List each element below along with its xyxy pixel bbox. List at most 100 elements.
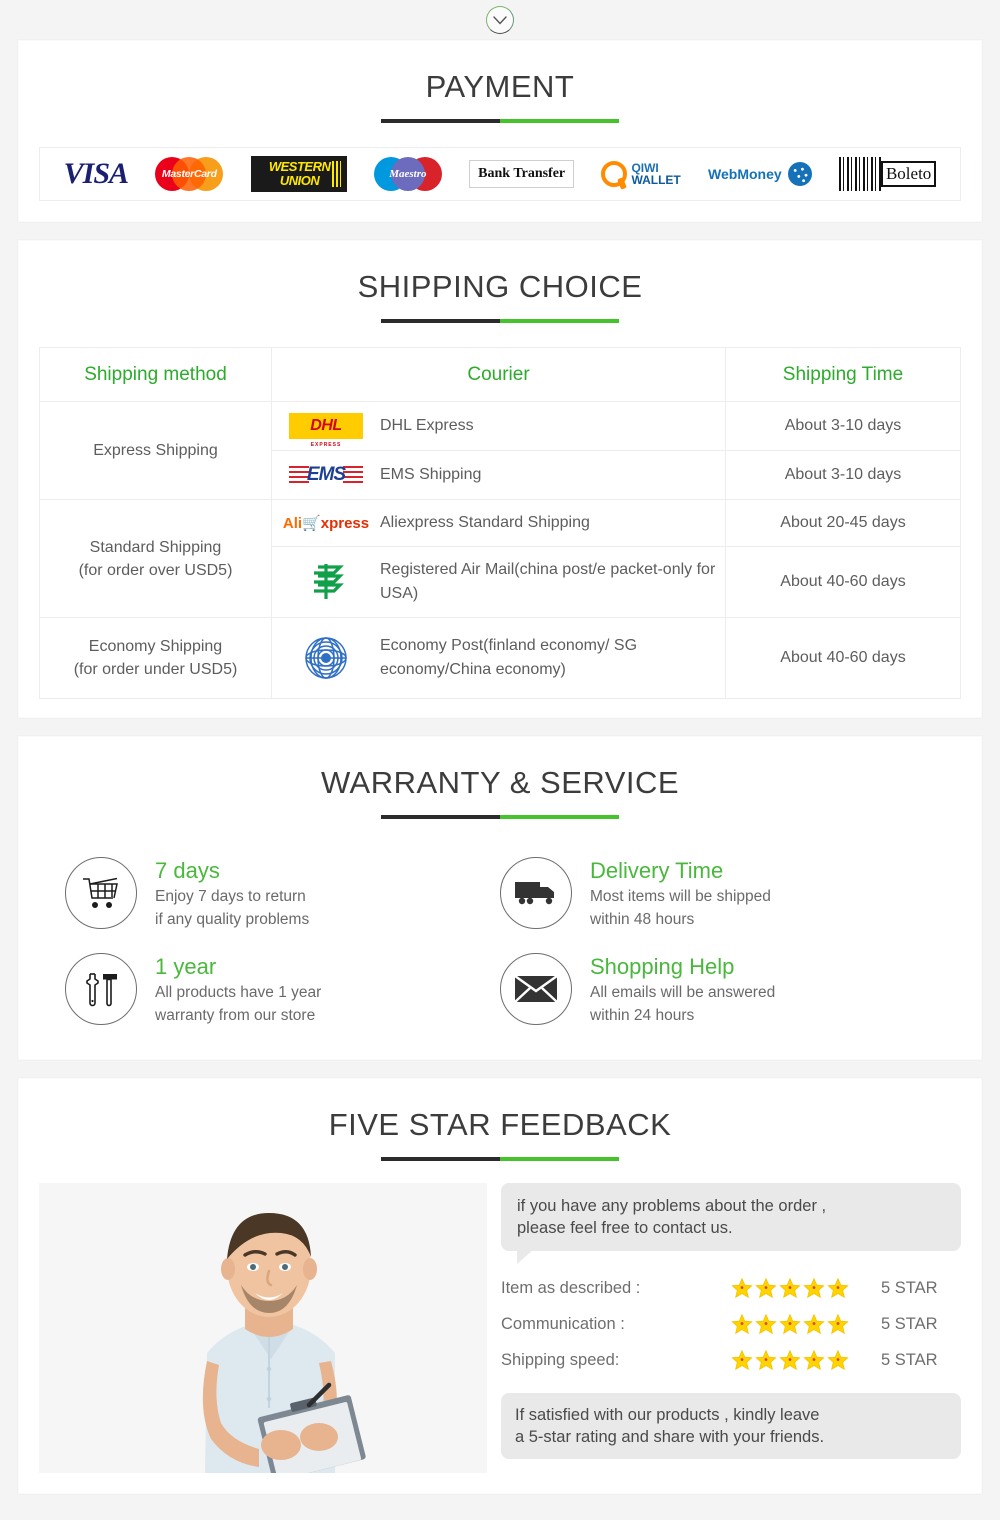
page-root: PAYMENT VISA MasterCard WESTERN UNION Ma… [0,0,1000,1520]
header-shipping-method: Shipping method [39,347,272,402]
cell-time: About 40-60 days [725,617,961,699]
webmoney-globe-icon [787,162,812,186]
tools-icon [65,953,137,1025]
wrench-hammer-glyph [86,973,117,1007]
collapse-toggle[interactable] [0,0,1000,40]
cell-method-standard: Standard Shipping (for order over USD5) [39,499,272,618]
star-icon [755,1349,777,1371]
shopping-cart-icon [65,857,137,929]
un-globe-glyph [305,637,347,679]
title-underline [381,119,619,123]
rating-value: 5 STAR [881,1350,938,1369]
warranty-head: Shopping Help [590,954,735,979]
payment-maestro-icon: Maestro [373,154,442,194]
boleto-label: Boleto [879,161,937,187]
star-icon [731,1313,753,1335]
underline-dark [381,319,500,323]
underline-dark [381,119,500,123]
cell-method-express: Express Shipping [39,401,272,500]
ems-logo: EMS [272,462,380,488]
title-underline [381,1157,619,1161]
star-rating [731,1313,881,1335]
warranty-item-help: Shopping Help All emails will be answere… [500,953,935,1027]
rating-row-shipping-speed: Shipping speed: 5 STAR [501,1349,961,1371]
payment-qiwi-wallet-icon: QIWI WALLET [601,154,681,194]
method-name: Standard Shipping [89,538,222,556]
star-icon [731,1277,753,1299]
footer-line1: If satisfied with our products , kindly … [515,1406,820,1424]
cell-time: About 3-10 days [725,401,961,451]
wu-label-1: WESTERN [268,159,331,174]
delivery-truck-icon [500,857,572,929]
star-rating [731,1349,881,1371]
payment-boleto-icon: Boleto [838,154,937,194]
star-icon [827,1349,849,1371]
cell-time: About 20-45 days [725,499,961,547]
bubble-line2: please feel free to contact us. [517,1219,733,1237]
star-icon [755,1277,777,1299]
star-icon [803,1277,825,1299]
payment-section: PAYMENT VISA MasterCard WESTERN UNION Ma… [18,40,982,222]
underline-green [500,319,619,323]
warranty-item-return: 7 days Enjoy 7 days to return if any qua… [65,857,500,931]
rating-label: Shipping speed: [501,1350,620,1369]
barcode-icon [838,157,881,191]
star-icon [803,1313,825,1335]
warranty-head: Delivery Time [590,858,724,883]
underline-dark [381,1157,500,1161]
warranty-line2: within 24 hours [590,1007,695,1024]
rating-label: Item as described : [501,1278,641,1297]
warranty-line1: All products have 1 year [155,984,322,1001]
rating-row-item-as-described: Item as described : 5 STAR [501,1277,961,1299]
cell-courier-aliexpress: Ali🛒xpress Aliexpress Standard Shipping [271,499,726,547]
header-courier: Courier [271,347,726,402]
courier-name: Economy Post(finland economy/ SG economy… [380,637,638,678]
chevron-down-icon[interactable] [486,6,514,34]
method-note: (for order over USD5) [78,561,233,579]
warranty-line1: Most items will be shipped [590,888,771,905]
visa-label: VISA [63,157,129,190]
warranty-line1: Enjoy 7 days to return [155,888,306,905]
courier-name: Aliexpress Standard Shipping [380,514,590,531]
underline-green [500,119,619,123]
warranty-grid: 7 days Enjoy 7 days to return if any qua… [19,819,981,1045]
underline-dark [381,815,500,819]
courier-name: Registered Air Mail(china post/e packet-… [380,561,716,602]
payment-visa-icon: VISA [63,154,129,194]
payment-bank-transfer-icon: Bank Transfer [469,154,575,194]
cell-time: About 3-10 days [725,450,961,500]
payment-mastercard-icon: MasterCard [155,154,224,194]
rating-row-communication: Communication : 5 STAR [501,1313,961,1335]
star-icon [803,1349,825,1371]
star-icon [779,1349,801,1371]
bank-transfer-label: Bank Transfer [469,160,575,188]
method-name: Express Shipping [93,442,218,459]
page-title-feedback: FIVE STAR FEEDBACK [328,1107,672,1142]
truck-glyph [515,882,554,905]
star-icon [731,1349,753,1371]
china-post-logo [272,561,380,603]
page-title-shipping: SHIPPING CHOICE [357,269,643,304]
cell-time: About 40-60 days [725,546,961,618]
rating-value: 5 STAR [881,1314,938,1333]
courier-name: EMS Shipping [380,466,482,483]
warranty-line1: All emails will be answered [590,984,776,1001]
method-name: Economy Shipping [88,638,223,655]
warranty-line2: warranty from our store [155,1007,316,1024]
star-icon [779,1313,801,1335]
page-title-warranty: WARRANTY & SERVICE [320,765,680,800]
chevron-down-glyph [493,15,507,25]
un-post-logo [272,636,380,680]
title-underline [381,319,619,323]
webmoney-label: WebMoney [708,166,782,182]
warranty-item-delivery: Delivery Time Most items will be shipped… [500,857,935,931]
star-icon [755,1313,777,1335]
qiwi-label-2: WALLET [631,173,681,187]
payment-methods-strip: VISA MasterCard WESTERN UNION Maestro Ba… [39,147,961,201]
feedback-body: if you have any problems about the order… [19,1161,981,1479]
star-icon [827,1277,849,1299]
mastercard-label: MasterCard [161,168,217,180]
qiwi-ring [601,161,628,187]
feedback-section: FIVE STAR FEEDBACK if you have any probl… [18,1078,982,1494]
shipping-table: Shipping method Courier Shipping Time Ex… [39,347,961,699]
